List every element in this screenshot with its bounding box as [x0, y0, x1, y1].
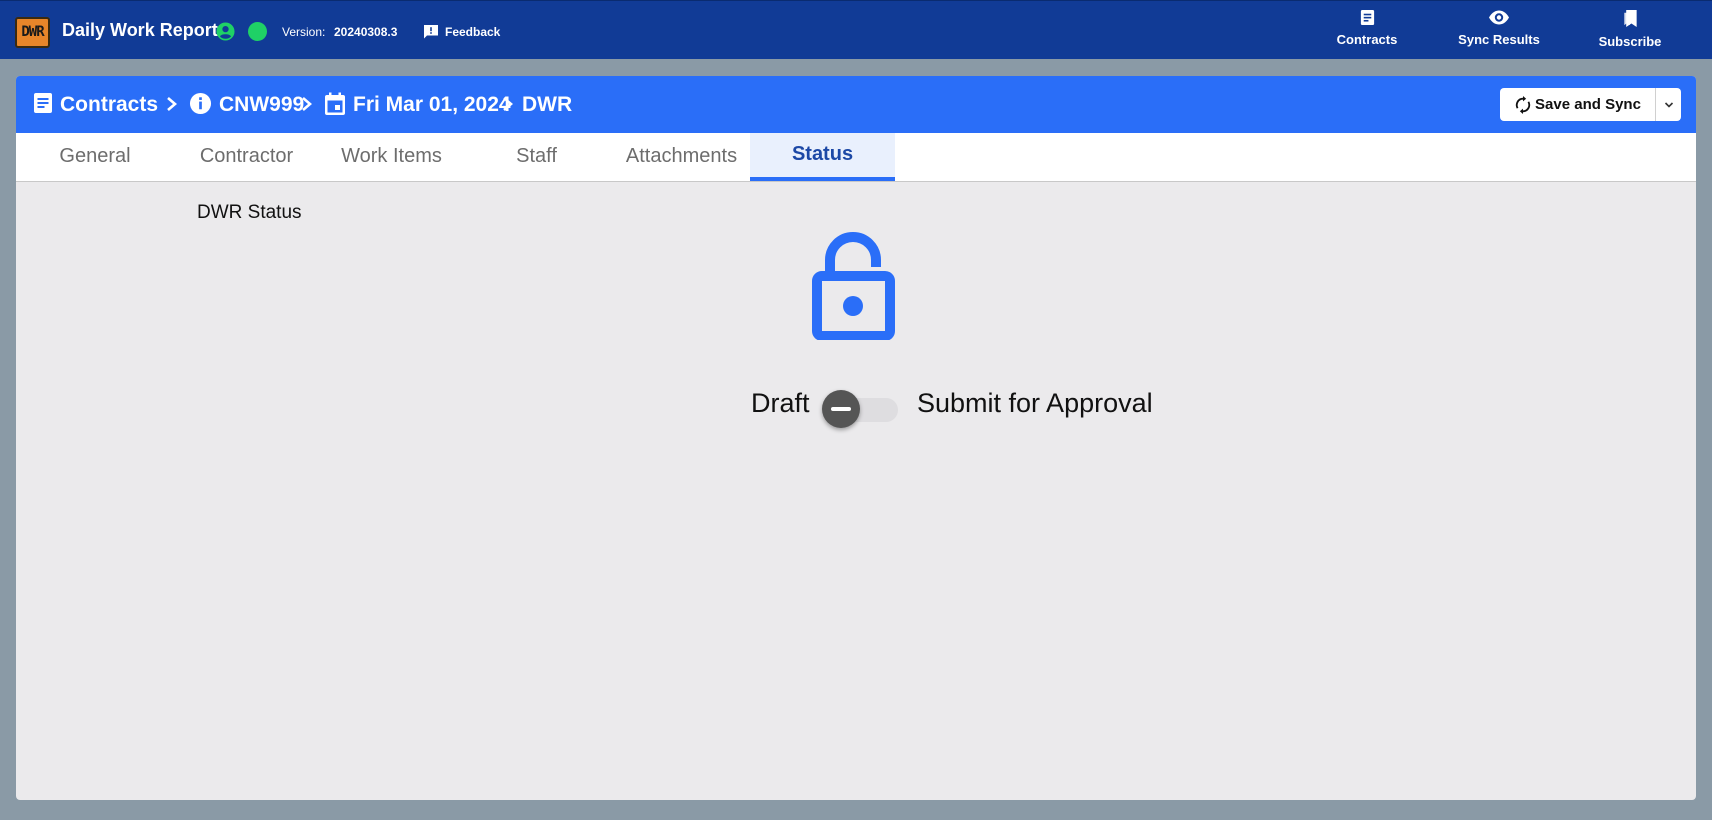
- user-account-icon[interactable]: [216, 22, 235, 41]
- tab-attachments[interactable]: Attachments: [609, 133, 754, 181]
- tab-contractor[interactable]: Contractor: [174, 133, 319, 181]
- draft-label: Draft: [751, 388, 810, 418]
- card-header: Contracts CNW999 Fri Mar 01, 2024 DWR Sa…: [16, 76, 1696, 133]
- list-document-icon: [34, 93, 52, 113]
- tab-status[interactable]: Status: [750, 133, 895, 181]
- app-logo: DWR: [15, 17, 50, 48]
- tab-bar: General Contractor Work Items Staff Atta…: [16, 133, 1696, 182]
- section-title: DWR Status: [197, 202, 302, 223]
- unlocked-padlock-icon: [812, 232, 895, 340]
- save-and-sync-button[interactable]: Save and Sync: [1500, 88, 1655, 121]
- chevron-right-icon: [302, 97, 312, 111]
- info-icon: [189, 92, 212, 115]
- nav-subscribe-button[interactable]: Subscribe: [1580, 9, 1680, 55]
- tab-general[interactable]: General: [16, 133, 174, 181]
- online-status-indicator: [248, 22, 267, 41]
- bookmark-icon: [1622, 9, 1637, 28]
- breadcrumb-contracts[interactable]: Contracts: [60, 76, 158, 133]
- version-label: Version:: [282, 25, 326, 39]
- chevron-right-icon: [167, 97, 177, 111]
- tab-staff[interactable]: Staff: [464, 133, 609, 181]
- save-and-sync-label: Save and Sync: [1535, 96, 1641, 113]
- nav-subscribe-label: Subscribe: [1598, 34, 1662, 49]
- submit-for-approval-label: Submit for Approval: [917, 388, 1153, 418]
- save-options-dropdown[interactable]: [1655, 88, 1681, 121]
- nav-sync-results-button[interactable]: Sync Results: [1449, 9, 1549, 55]
- feedback-icon: [424, 25, 438, 39]
- tab-work-items[interactable]: Work Items: [319, 133, 464, 181]
- eye-icon: [1489, 10, 1509, 25]
- feedback-label: Feedback: [445, 25, 501, 39]
- dwr-card: Contracts CNW999 Fri Mar 01, 2024 DWR Sa…: [16, 76, 1696, 800]
- version-value: 20240308.3: [334, 25, 398, 39]
- feedback-button[interactable]: Feedback: [423, 22, 500, 42]
- app-bar: DWR Daily Work Report Version: 20240308.…: [0, 0, 1712, 59]
- chevron-right-icon: [503, 97, 513, 111]
- nav-contracts-label: Contracts: [1336, 32, 1398, 47]
- save-and-sync-group: Save and Sync: [1500, 88, 1681, 121]
- document-icon: [1360, 9, 1374, 26]
- toggle-knob[interactable]: [822, 390, 860, 428]
- breadcrumb-contract-id[interactable]: CNW999: [219, 76, 304, 133]
- breadcrumb-dwr: DWR: [522, 92, 573, 116]
- submit-for-approval-toggle[interactable]: [822, 389, 908, 429]
- chevron-down-icon: [1664, 101, 1673, 108]
- app-title: Daily Work Report: [62, 20, 218, 40]
- calendar-icon: [325, 92, 345, 115]
- nav-sync-results-label: Sync Results: [1458, 32, 1540, 47]
- sync-icon: [1515, 95, 1531, 114]
- nav-contracts-button[interactable]: Contracts: [1317, 9, 1417, 55]
- breadcrumb-date[interactable]: Fri Mar 01, 2024: [353, 76, 511, 133]
